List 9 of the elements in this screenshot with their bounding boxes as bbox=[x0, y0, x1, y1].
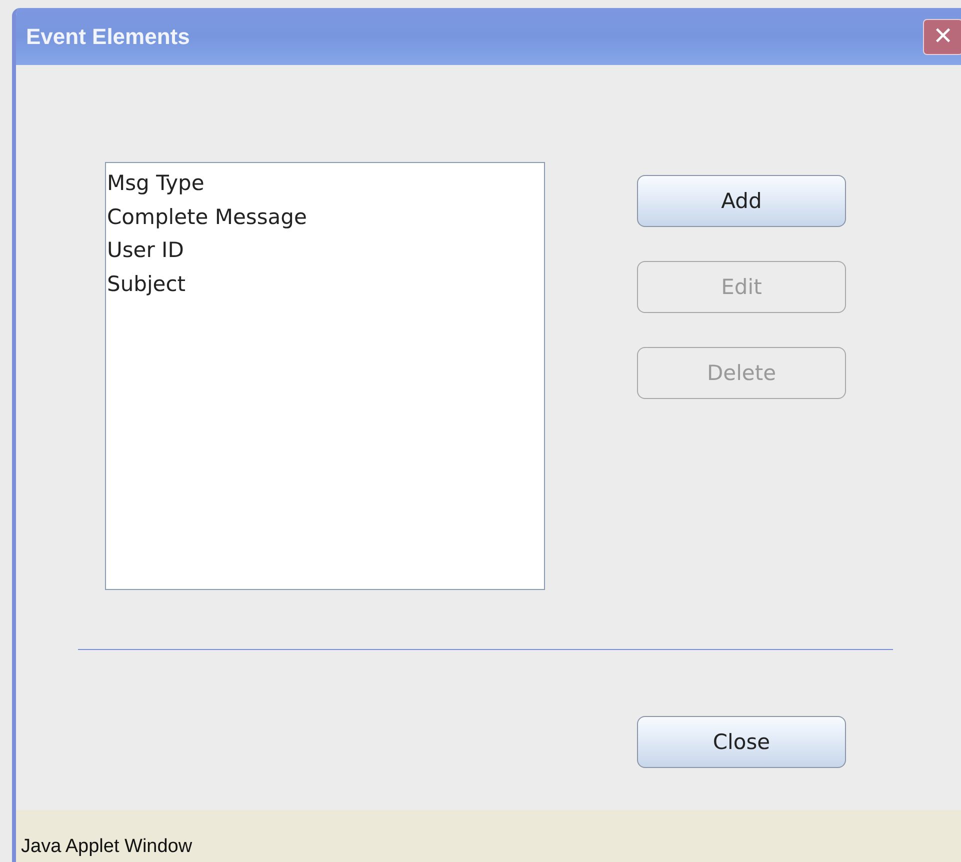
window-title: Event Elements bbox=[25, 24, 190, 50]
list-item[interactable]: Subject bbox=[107, 268, 543, 301]
close-dialog-button[interactable]: Close bbox=[637, 716, 846, 768]
list-item[interactable]: User ID bbox=[107, 234, 543, 268]
list-item[interactable]: Complete Message bbox=[107, 200, 543, 234]
status-text: Java Applet Window bbox=[21, 836, 192, 858]
close-button[interactable]: ✕ bbox=[923, 18, 961, 54]
list-item[interactable]: Msg Type bbox=[107, 167, 543, 200]
action-button[interactable]: Add bbox=[637, 175, 846, 227]
